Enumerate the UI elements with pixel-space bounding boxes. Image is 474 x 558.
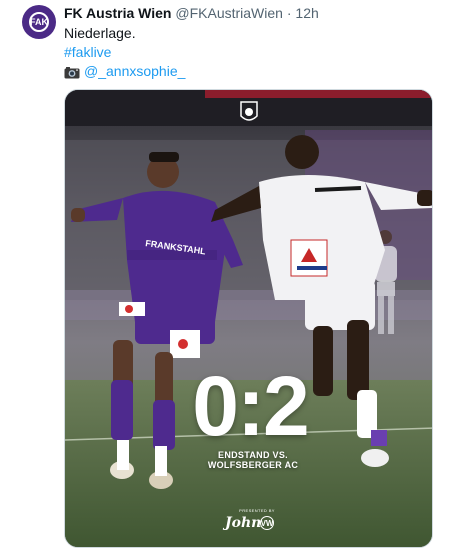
tweet-text: Niederlage.	[64, 25, 136, 41]
photographer-mention[interactable]: @_annxsophie_	[84, 62, 185, 81]
match-photo: FRANKSTAHL	[65, 90, 432, 547]
result-label: ENDSTAND VS. WOLFSBERGER AC	[207, 450, 299, 470]
avatar[interactable]: FAK	[22, 5, 56, 39]
vw-badge-text: VW	[260, 518, 274, 528]
credit-line: @_annxsophie_	[64, 62, 185, 81]
tweet[interactable]: FAK FK Austria Wien @FKAustriaWien · 12h…	[0, 0, 474, 558]
camera-emoji-icon	[64, 65, 80, 79]
vw-logo-icon: VW	[260, 516, 274, 530]
timestamp[interactable]: 12h	[295, 5, 318, 21]
display-name[interactable]: FK Austria Wien	[64, 5, 171, 21]
presented-by-label: PRESENTED BY	[239, 508, 275, 513]
final-score: 0:2	[192, 359, 309, 453]
tweet-photo[interactable]: FRANKSTAHL 0:2 ENDSTAND VS. WOLFSBERGER …	[64, 89, 433, 548]
avatar-letters: FAK	[30, 17, 48, 27]
fk-austria-wien-crest-icon: FAK	[29, 12, 49, 32]
user-handle[interactable]: @FKAustriaWien	[175, 5, 283, 21]
header-separator: ·	[286, 5, 292, 21]
sponsor-signature: John	[225, 515, 262, 531]
hashtag-link[interactable]: #faklive	[64, 43, 111, 62]
tweet-header: FK Austria Wien @FKAustriaWien · 12h	[64, 4, 319, 22]
